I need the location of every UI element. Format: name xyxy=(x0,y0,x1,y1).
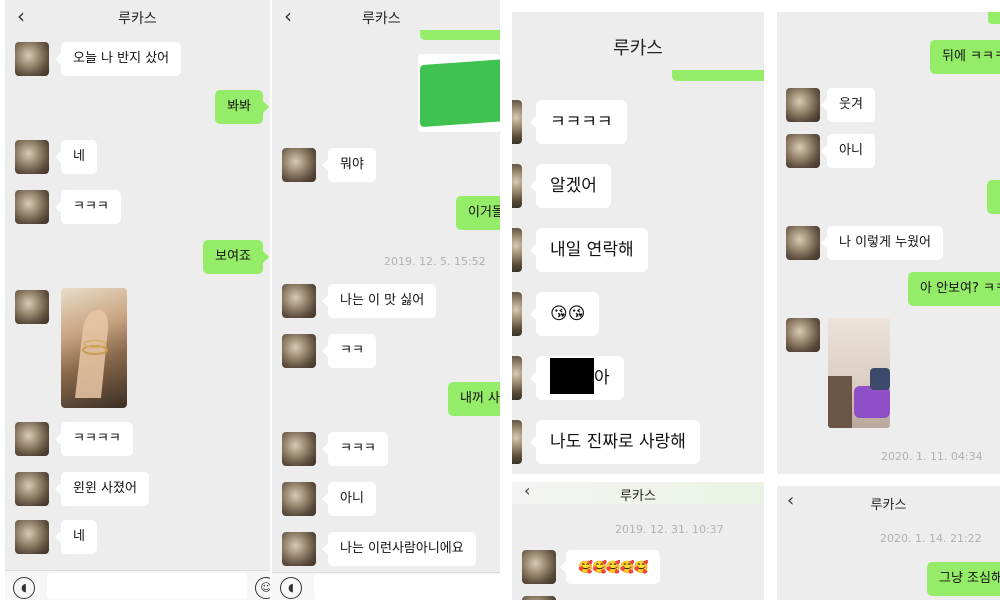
received-message: 아 xyxy=(530,356,624,400)
received-message: 나도 진짜로 사랑해 xyxy=(530,420,700,464)
photo-dark-shape xyxy=(828,376,852,428)
avatar[interactable] xyxy=(15,472,49,506)
avatar[interactable] xyxy=(786,318,820,352)
message-input[interactable] xyxy=(314,574,500,600)
received-message: 내일 연락해 xyxy=(530,228,648,272)
sent-message: 보여죠 xyxy=(203,240,269,274)
sent-message: 아 안보여? ㅋㅋ xyxy=(908,272,1000,306)
avatar[interactable] xyxy=(15,290,49,324)
avatar[interactable] xyxy=(282,284,316,318)
avatar[interactable] xyxy=(282,334,316,368)
sent-message: 봐봐 xyxy=(215,90,269,124)
chat-title: 루카스 xyxy=(620,489,656,504)
message-input[interactable] xyxy=(47,573,247,599)
avatar[interactable] xyxy=(282,532,316,566)
emoji-icon[interactable]: ☺ xyxy=(255,577,270,599)
green-box-photo[interactable] xyxy=(418,54,500,132)
chat-title: 루카스 xyxy=(362,11,401,27)
photo-blue-shape xyxy=(870,368,890,390)
lying-photo-thumbnail[interactable] xyxy=(828,318,890,428)
avatar[interactable] xyxy=(282,432,316,466)
avatar[interactable] xyxy=(15,422,49,456)
photo-purple-pillow xyxy=(854,386,890,418)
received-message: 윈윈 사졌어 xyxy=(55,472,149,506)
received-message: 아니 xyxy=(322,482,376,516)
voice-icon[interactable]: ◖ xyxy=(13,577,35,599)
voice-icon[interactable]: ◖ xyxy=(280,577,302,599)
received-message: ㅋㅋㅋ xyxy=(55,190,121,224)
received-message: 🥰🥰🥰🥰🥰 xyxy=(560,550,660,584)
chat-panel-2: ‹ 루카스 뭐야 이거몰 2019. 12. 5. 15:52 나는 이 맛 싫… xyxy=(272,0,500,600)
green-box-image xyxy=(420,58,500,128)
avatar[interactable] xyxy=(522,596,556,600)
sent-message: 내꺼 사 xyxy=(448,382,500,416)
timestamp: 2020. 1. 11. 04:34 xyxy=(881,450,983,463)
avatar[interactable] xyxy=(522,550,556,584)
avatar[interactable] xyxy=(512,164,522,208)
input-bar: ◖ xyxy=(272,572,500,600)
timestamp: 2020. 1. 14. 21:22 xyxy=(880,532,982,545)
ring-photo-thumbnail[interactable] xyxy=(61,288,127,408)
avatar[interactable] xyxy=(512,292,522,336)
chat-panel-3: 루카스 ㅋㅋㅋㅋ 알겠어 내일 연락해 😘😘 아 나도 진짜로 사랑해 xyxy=(512,12,764,474)
sent-bubble-edge xyxy=(988,12,1000,24)
avatar[interactable] xyxy=(15,140,49,174)
avatar[interactable] xyxy=(282,482,316,516)
received-message: 네 xyxy=(55,140,97,174)
redacted-block xyxy=(550,358,594,394)
chat-title: 루카스 xyxy=(613,38,663,59)
received-message: 나는 이런사람아니에요 xyxy=(322,532,476,566)
received-message: 뭐야 xyxy=(322,148,376,182)
avatar[interactable] xyxy=(786,226,820,260)
received-message: 알겠어 xyxy=(530,164,611,208)
chat-title: 루카스 xyxy=(118,11,157,27)
avatar[interactable] xyxy=(512,356,522,400)
sent-bubble-edge xyxy=(672,70,764,81)
received-message: 네 xyxy=(55,520,97,554)
received-message: 아니 xyxy=(821,134,875,168)
chat-panel-1: ‹ 루카스 오늘 나 반지 샀어 봐봐 네 ㅋㅋㅋ 보여죠 ㅋㅋㅋㅋ 윈윈 사졌… xyxy=(5,0,270,600)
avatar[interactable] xyxy=(512,420,522,464)
received-message: ㅋㅋ xyxy=(322,334,376,368)
sent-message: 그냥 조심해 xyxy=(927,562,1000,596)
sent-bubble-edge xyxy=(420,30,500,40)
received-message: ㅋㅋㅋ xyxy=(322,432,388,466)
sent-message: 이거몰 xyxy=(456,196,500,230)
avatar[interactable] xyxy=(786,134,820,168)
chat-panel-5: ‹ 루카스 2019. 12. 31. 10:37 🥰🥰🥰🥰🥰 xyxy=(512,482,764,600)
avatar[interactable] xyxy=(15,42,49,76)
avatar[interactable] xyxy=(15,520,49,554)
received-message: ㅋㅋㅋㅋ xyxy=(530,100,627,144)
received-message: ㅋㅋㅋㅋ xyxy=(55,422,133,456)
received-message: 오늘 나 반지 샀어 xyxy=(54,42,182,76)
avatar[interactable] xyxy=(512,228,522,272)
input-bar: ◖ ☺ xyxy=(5,570,270,600)
sent-message: 뒤에 ㅋㅋㅋ xyxy=(930,40,1000,74)
received-message: 웃겨 xyxy=(821,88,875,122)
received-message: 😘😘 xyxy=(529,292,600,336)
received-message: 나 이렇게 누웠어 xyxy=(821,226,943,260)
message-suffix: 아 xyxy=(594,368,610,388)
avatar[interactable] xyxy=(786,88,820,122)
timestamp: 2019. 12. 31. 10:37 xyxy=(615,523,724,536)
chat-panel-4: 뒤에 ㅋㅋㅋ 웃겨 아니 ㅋ 나 이렇게 누웠어 아 안보여? ㅋㅋ 2020.… xyxy=(777,12,1000,474)
avatar[interactable] xyxy=(512,100,522,144)
chat-title: 루카스 xyxy=(870,498,907,513)
chat-panel-6: ‹ 루카스 2020. 1. 14. 21:22 그냥 조심해 xyxy=(777,486,1000,600)
avatar[interactable] xyxy=(282,148,316,182)
sent-message: ㅋ xyxy=(987,180,1000,214)
avatar[interactable] xyxy=(15,190,49,224)
timestamp: 2019. 12. 5. 15:52 xyxy=(384,255,486,268)
received-message: 나는 이 맛 싫어 xyxy=(321,284,437,318)
ring-photo-image xyxy=(75,309,109,398)
